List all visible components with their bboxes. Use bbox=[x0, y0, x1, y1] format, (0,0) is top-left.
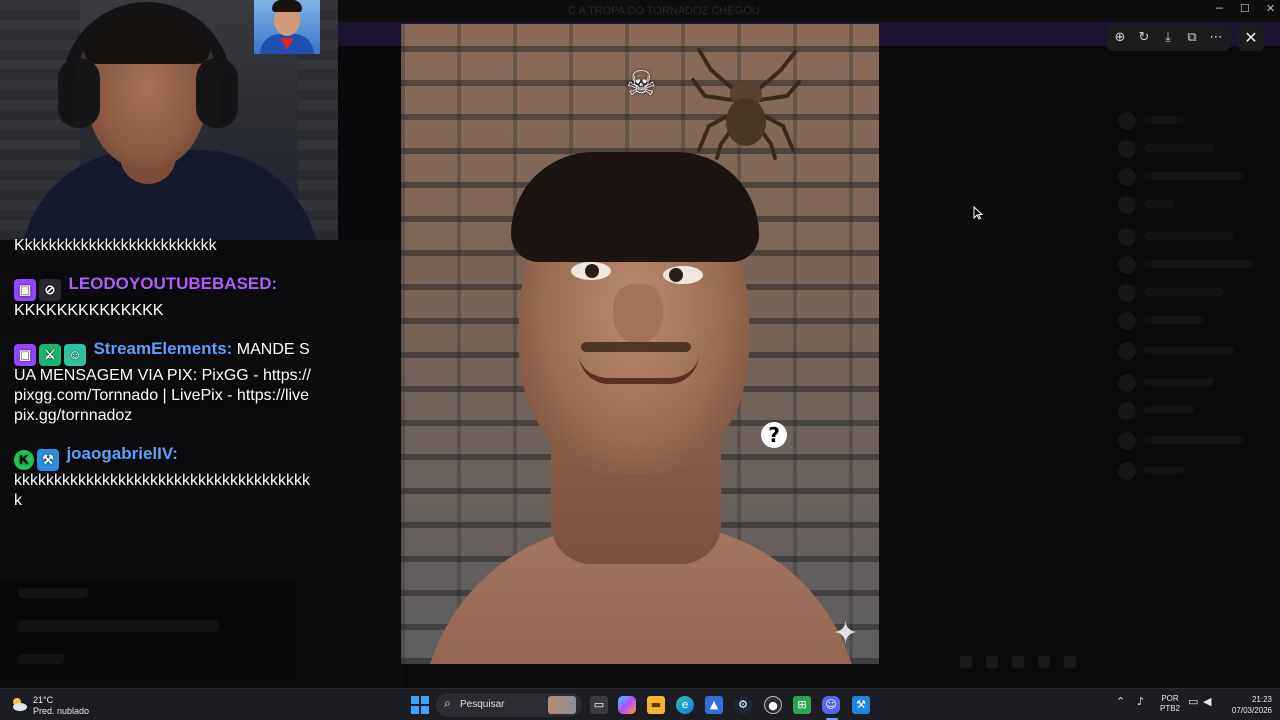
weather-desc: Pred. nublado bbox=[33, 706, 90, 716]
clock-time: 21:23 bbox=[1251, 695, 1272, 704]
viewer-toolbar: ⊕ ↻ ⤓ ⧉ ⋯ bbox=[1107, 25, 1231, 51]
more-icon[interactable]: ⋯ bbox=[1208, 30, 1224, 46]
game-icon[interactable]: ⊞ bbox=[793, 696, 811, 714]
weather-widget[interactable]: 21°C Pred. nublado bbox=[10, 693, 100, 717]
app-icon[interactable]: ⚒ bbox=[852, 696, 870, 714]
obs-icon[interactable]: ● bbox=[764, 696, 782, 714]
avatar-thumbnail bbox=[254, 0, 320, 54]
network-icon[interactable]: ▭ bbox=[1188, 695, 1198, 708]
twitch-icon: ▣ bbox=[14, 344, 36, 366]
chat-message-text: kkkkkkkkkkkkkkkkkkkkkkkkkkkkkkkkkkkkkk bbox=[14, 472, 310, 509]
chat-message-text: Kkkkkkkkkkkkkkkkkkkkkkkkk bbox=[14, 237, 217, 254]
sparkle-icon: ✦ bbox=[833, 616, 859, 651]
file-explorer-icon[interactable]: ▬ bbox=[647, 696, 665, 714]
member-row bbox=[1118, 256, 1258, 274]
member-row bbox=[1118, 402, 1258, 420]
copilot-icon[interactable] bbox=[618, 696, 636, 714]
member-row bbox=[1118, 374, 1258, 392]
taskbar-search[interactable]: ⌕ Pesquisar bbox=[436, 693, 582, 717]
maximize-icon[interactable]: ☐ bbox=[1240, 2, 1250, 15]
member-row bbox=[1118, 112, 1258, 130]
chat-message: K ⚒ joaogabrielIV: kkkkkkkkkkkkkkkkkkkkkk… bbox=[14, 444, 316, 511]
background-user-panel bbox=[0, 580, 296, 680]
skull-icon: ☠ bbox=[626, 64, 657, 104]
language-code: POR bbox=[1161, 694, 1179, 703]
search-highlight-image bbox=[548, 696, 576, 714]
person-eye bbox=[663, 266, 703, 284]
member-row bbox=[1118, 196, 1258, 214]
acoustic-panel bbox=[0, 0, 40, 240]
twitch-icon: ▣ bbox=[14, 279, 36, 301]
screen: C A TROPA DO TORNADOZ CHEGOU Kkkkkkkkkkk… bbox=[0, 0, 1280, 720]
window-title: C A TROPA DO TORNADOZ CHEGOU bbox=[568, 5, 760, 17]
member-row bbox=[1118, 462, 1258, 480]
spider-sticker bbox=[691, 48, 801, 160]
chat-overlay: Kkkkkkkkkkkkkkkkkkkkkkkkk ▣ ⊘ LEODOYOUTUB… bbox=[14, 236, 316, 529]
weather-temp: 21°C bbox=[33, 695, 54, 705]
clock-date: 07/03/2026 bbox=[1231, 706, 1272, 715]
chat-username: StreamElements: bbox=[93, 339, 233, 358]
cloud-icon bbox=[13, 698, 27, 711]
zoom-in-icon[interactable]: ⊕ bbox=[1112, 30, 1128, 46]
person-nose bbox=[613, 284, 663, 344]
open-external-icon[interactable]: ⧉ bbox=[1184, 30, 1200, 46]
chat-username: LEODOYOUTUBEBASED: bbox=[68, 274, 278, 293]
photos-icon[interactable]: ▲ bbox=[705, 696, 723, 714]
member-row bbox=[1118, 312, 1258, 330]
chat-username: joaogabrielIV: bbox=[66, 444, 178, 463]
person-hair bbox=[511, 152, 759, 262]
minimize-icon[interactable]: ─ bbox=[1216, 2, 1223, 15]
window-titlebar: C A TROPA DO TORNADOZ CHEGOU bbox=[338, 0, 1280, 22]
no-audio-icon: ⊘ bbox=[39, 279, 61, 301]
person-eye bbox=[571, 262, 611, 280]
member-row bbox=[1118, 432, 1258, 450]
microphone-icon[interactable]: ♪ bbox=[1137, 695, 1144, 708]
chat-message-text: KKKKKKKKKKKKKK bbox=[14, 302, 164, 319]
background-toolbar bbox=[960, 655, 1090, 671]
person-mustache bbox=[581, 342, 691, 352]
task-view-icon[interactable]: ▭ bbox=[590, 696, 608, 714]
chat-message: ▣ ⊘ LEODOYOUTUBEBASED: KKKKKKKKKKKKKK bbox=[14, 274, 316, 321]
headphones bbox=[62, 2, 232, 122]
moderator-icon: ⚔ bbox=[39, 344, 61, 366]
member-row bbox=[1118, 284, 1258, 302]
member-row bbox=[1118, 228, 1258, 246]
member-row bbox=[1118, 140, 1258, 158]
discord-icon[interactable]: ☺ bbox=[822, 696, 840, 714]
window-controls: ─ ☐ ✕ bbox=[1208, 2, 1280, 18]
tray-chevron-icon[interactable]: ⌃ bbox=[1116, 695, 1125, 708]
edge-icon[interactable]: e bbox=[676, 696, 694, 714]
member-row bbox=[1118, 168, 1258, 186]
clock[interactable]: 21:23 07/03/2026 bbox=[1222, 694, 1272, 716]
steam-icon[interactable]: ⚙ bbox=[734, 696, 752, 714]
viewer-image[interactable]: ☠ ? ✦ bbox=[401, 24, 879, 664]
viewer-close-button[interactable]: ✕ bbox=[1238, 25, 1264, 51]
search-icon: ⌕ bbox=[444, 696, 451, 710]
person-mouth bbox=[579, 354, 699, 384]
rotate-icon[interactable]: ↻ bbox=[1136, 30, 1152, 46]
search-placeholder: Pesquisar bbox=[460, 699, 505, 710]
hammer-icon: ⚒ bbox=[37, 449, 59, 471]
keyboard-layout: PTB2 bbox=[1159, 704, 1180, 713]
taskbar: 21°C Pred. nublado ⌕ Pesquisar ▭ ▬ e ▲ ⚙… bbox=[0, 688, 1280, 720]
mouse-cursor-icon bbox=[973, 206, 983, 220]
start-button[interactable] bbox=[411, 696, 429, 714]
background-member-list bbox=[1100, 80, 1280, 500]
language-indicator[interactable]: POR PTB2 bbox=[1158, 694, 1182, 714]
window-close-icon[interactable]: ✕ bbox=[1266, 2, 1275, 15]
volume-icon[interactable]: ◀ bbox=[1203, 695, 1211, 708]
chat-message: ▣ ⚔ ☺ StreamElements: MANDE SUA MENSAGEM V… bbox=[14, 339, 316, 426]
kick-icon: K bbox=[14, 450, 34, 470]
member-row bbox=[1118, 342, 1258, 360]
download-icon[interactable]: ⤓ bbox=[1160, 30, 1176, 46]
question-icon: ? bbox=[761, 422, 787, 448]
bot-icon: ☺ bbox=[64, 344, 86, 366]
